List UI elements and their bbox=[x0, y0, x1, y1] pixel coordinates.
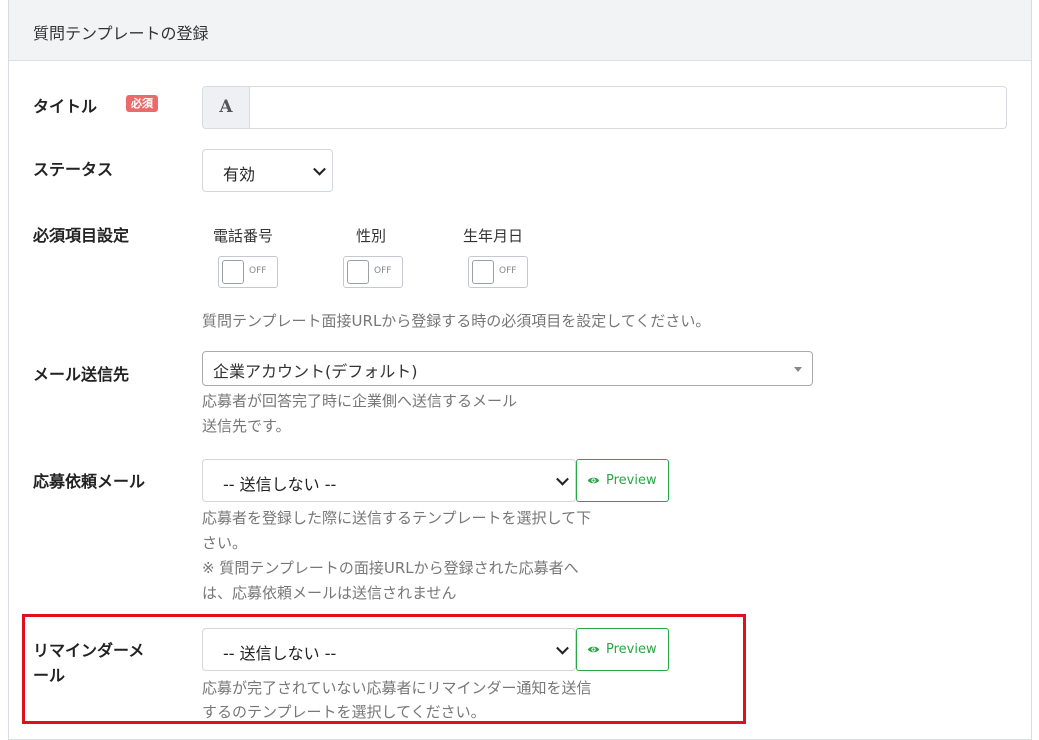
toggle-label-phone: 電話番号 bbox=[213, 227, 274, 245]
application-mail-help-4: は、応募依頼メールは送信されません bbox=[202, 584, 457, 602]
required-badge: 必須 bbox=[126, 95, 158, 112]
toggle-knob bbox=[472, 260, 494, 284]
application-mail-select[interactable]: -- 送信しない -- bbox=[202, 459, 576, 502]
mail-destination-help-1: 応募者が回答完了時に企業側へ送信するメール bbox=[202, 392, 518, 410]
mail-destination-value: 企業アカウント(デフォルト) bbox=[213, 362, 418, 381]
application-mail-help-2: さい。 bbox=[202, 534, 248, 552]
chevron-down-icon bbox=[313, 162, 326, 176]
status-select-value: 有効 bbox=[223, 165, 256, 184]
font-a-icon: A bbox=[203, 87, 250, 128]
toggle-phone[interactable]: OFF bbox=[218, 256, 278, 288]
toggle-knob bbox=[347, 260, 369, 284]
status-label: ステータス bbox=[33, 160, 114, 179]
toggle-birthday[interactable]: OFF bbox=[468, 256, 528, 288]
required-items-help: 質問テンプレート面接URLから登録する時の必須項目を設定してください。 bbox=[202, 312, 711, 330]
application-mail-label: 応募依頼メール bbox=[33, 472, 146, 491]
panel-header: 質問テンプレートの登録 bbox=[9, 0, 1031, 61]
toggle-gender[interactable]: OFF bbox=[343, 256, 403, 288]
title-input-group: A bbox=[202, 86, 1007, 129]
mail-destination-select[interactable]: 企業アカウント(デフォルト) bbox=[202, 351, 813, 386]
application-mail-help-1: 応募者を登録した際に送信するテンプレートを選択して下 bbox=[202, 509, 592, 527]
chevron-down-icon bbox=[556, 472, 569, 486]
mail-destination-label: メール送信先 bbox=[33, 365, 130, 384]
toggle-label-birthday: 生年月日 bbox=[463, 227, 524, 245]
application-mail-value: -- 送信しない -- bbox=[223, 475, 337, 494]
panel-title: 質問テンプレートの登録 bbox=[33, 24, 209, 43]
mail-destination-help-2: 送信先です。 bbox=[202, 417, 291, 435]
toggle-state: OFF bbox=[374, 266, 392, 276]
status-select[interactable]: 有効 bbox=[202, 149, 333, 192]
preview-label: Preview bbox=[606, 473, 657, 488]
highlight-box bbox=[22, 614, 746, 724]
application-mail-help-3: ※ 質問テンプレートの面接URLから登録された応募者へ bbox=[202, 559, 579, 577]
toggle-state: OFF bbox=[249, 266, 267, 276]
required-items-label: 必須項目設定 bbox=[33, 226, 130, 245]
eye-icon bbox=[587, 477, 600, 484]
application-mail-preview-button[interactable]: Preview bbox=[576, 459, 669, 502]
toggle-label-gender: 性別 bbox=[356, 227, 387, 245]
title-input[interactable] bbox=[250, 87, 1006, 128]
toggle-knob bbox=[222, 260, 244, 284]
title-label: タイトル bbox=[33, 97, 98, 116]
caret-down-icon bbox=[794, 367, 802, 372]
toggle-state: OFF bbox=[499, 266, 517, 276]
